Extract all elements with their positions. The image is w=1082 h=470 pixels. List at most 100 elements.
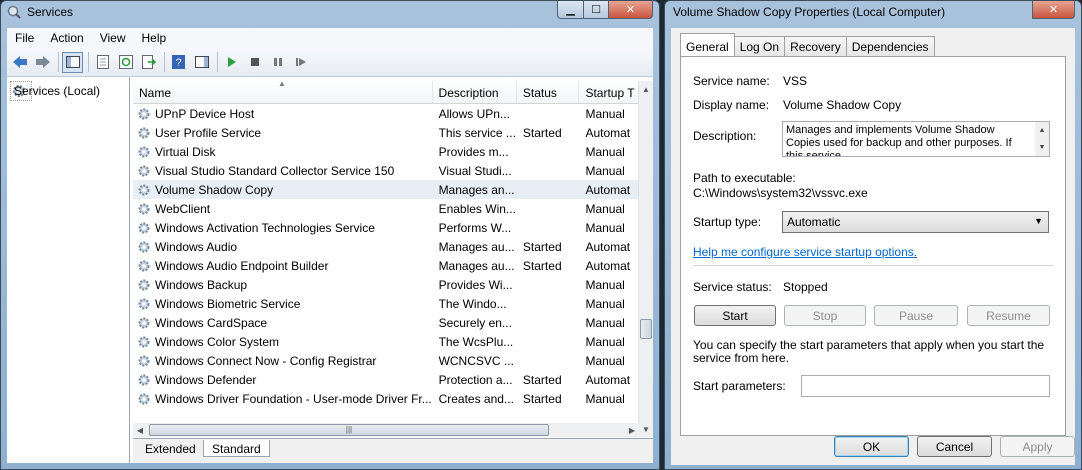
help-configure-link[interactable]: Help me configure service startup option… [693, 245, 917, 259]
column-header-startup-type[interactable]: Startup T [579, 81, 639, 103]
start-params-input[interactable] [801, 375, 1050, 397]
service-gear-icon [138, 355, 150, 366]
minimize-button[interactable]: ▁ [557, 1, 584, 19]
show-action-pane-button[interactable] [191, 52, 212, 73]
service-description-cell: Manages an... [438, 182, 515, 197]
service-name: UPnP Device Host [155, 106, 255, 121]
tab-standard[interactable]: Standard [203, 440, 270, 457]
vertical-scrollbar[interactable]: ▲ ▼ [638, 81, 653, 437]
scroll-up-icon[interactable]: ▲ [1035, 122, 1049, 137]
scroll-down-icon[interactable]: ▼ [1035, 141, 1049, 154]
service-startup-cell: Manual [585, 220, 625, 235]
pause-button[interactable]: Pause [874, 305, 958, 326]
tab-log-on[interactable]: Log On [733, 36, 786, 56]
table-row[interactable]: Windows Backup Provides Wi... Manual [133, 275, 639, 294]
service-description-cell: Provides m... [438, 144, 509, 159]
start-button[interactable]: Start [694, 305, 776, 326]
dialog-close-button[interactable]: ✕ [1032, 1, 1075, 19]
start-service-button[interactable] [221, 52, 242, 73]
description-scrollbar[interactable]: ▲ ▼ [1035, 122, 1049, 156]
tree-item-services-local[interactable]: Services (Local) [10, 81, 100, 101]
pause-service-button[interactable] [267, 52, 288, 73]
column-header-status[interactable]: Status [517, 81, 580, 103]
table-row[interactable]: UPnP Device Host Allows UPn... Manual [133, 104, 639, 123]
service-status-cell: Started [522, 125, 562, 140]
properties-titlebar[interactable]: Volume Shadow Copy Properties (Local Com… [665, 1, 1081, 23]
back-button[interactable] [9, 52, 30, 73]
table-row[interactable]: User Profile Service This service ... Star… [133, 123, 639, 142]
menu-action[interactable]: Action [42, 31, 91, 45]
table-row[interactable]: Windows Connect Now - Config Registrar WC… [133, 351, 639, 370]
table-row[interactable]: Windows Biometric Service The Windo... Man… [133, 294, 639, 313]
tab-recovery[interactable]: Recovery [784, 36, 847, 56]
horizontal-scroll-thumb[interactable]: ||| [149, 424, 549, 436]
properties-icon [96, 55, 109, 69]
stop-icon [250, 58, 259, 66]
menu-file[interactable]: File [7, 31, 42, 45]
scroll-left-icon[interactable]: ◀ [133, 423, 147, 437]
menu-help[interactable]: Help [134, 31, 175, 45]
path-label: Path to executable: [693, 171, 796, 185]
description-textbox[interactable]: Manages and implements Volume Shadow Cop… [782, 121, 1050, 157]
startup-type-label: Startup type: [693, 215, 762, 229]
refresh-button[interactable] [115, 52, 136, 73]
table-row[interactable]: Virtual Disk Provides m... Manual [133, 142, 639, 161]
service-startup-cell: Manual [585, 163, 625, 178]
table-row[interactable]: Windows Defender Protection a... Started Au… [133, 370, 639, 389]
table-row[interactable]: Windows Driver Foundation - User-mode Dr… [133, 389, 639, 408]
service-gear-icon [138, 184, 150, 195]
column-header-description[interactable]: Description [433, 81, 517, 103]
menu-view[interactable]: View [92, 31, 134, 45]
service-name-cell: Windows Audio [133, 240, 433, 254]
service-startup-cell: Manual [585, 315, 625, 330]
service-gear-icon [138, 374, 150, 385]
scroll-down-icon[interactable]: ▼ [639, 421, 653, 437]
maximize-button[interactable]: ☐ [583, 1, 609, 19]
horizontal-scrollbar[interactable]: ◀ ||| ▶ [133, 423, 639, 437]
start-params-label: Start parameters: [693, 379, 786, 393]
column-header-name[interactable]: ▲ Name [133, 81, 433, 103]
table-row[interactable]: Windows Audio Manages au... Started Automat [133, 237, 639, 256]
service-name: WebClient [155, 201, 211, 216]
display-name-label: Display name: [693, 98, 770, 112]
services-titlebar[interactable]: Services ▁ ☐ ✕ [1, 1, 659, 23]
help-button[interactable]: ? [168, 52, 189, 73]
table-row[interactable]: Windows Activation Technologies Service P… [133, 218, 639, 237]
toolbar-separator [164, 52, 165, 72]
table-row[interactable]: Windows CardSpace Securely en... Manual [133, 313, 639, 332]
resume-button[interactable]: Resume [967, 305, 1050, 326]
close-button[interactable]: ✕ [608, 1, 653, 19]
show-hide-console-tree-button[interactable] [62, 51, 83, 73]
service-description-cell: Manages au... [438, 239, 515, 254]
scroll-right-icon[interactable]: ▶ [625, 423, 639, 437]
ok-button[interactable]: OK [834, 436, 909, 457]
tab-extended[interactable]: Extended [137, 440, 204, 457]
vertical-scroll-thumb[interactable] [640, 319, 652, 339]
service-gear-icon [138, 241, 150, 252]
console-tree-icon [65, 56, 80, 68]
console-tree: Services (Local) [7, 77, 130, 463]
table-row[interactable]: Volume Shadow Copy Manages an... Automat [133, 180, 639, 199]
table-row[interactable]: Windows Audio Endpoint Builder Manages au… [133, 256, 639, 275]
service-startup-cell: Automat [585, 125, 631, 140]
properties-button[interactable] [92, 52, 113, 73]
stop-button[interactable]: Stop [784, 305, 866, 326]
stop-service-button[interactable] [244, 52, 265, 73]
service-name-cell: Visual Studio Standard Collector Service… [133, 164, 433, 178]
restart-service-button[interactable] [290, 52, 311, 73]
forward-button[interactable] [32, 52, 53, 73]
table-row[interactable]: Windows Color System The WcsPlu... Manual [133, 332, 639, 351]
startup-type-dropdown[interactable]: Automatic ▼ [782, 211, 1049, 233]
apply-button[interactable]: Apply [1000, 436, 1075, 457]
service-rows: UPnP Device Host Allows UPn... Manual User … [133, 104, 639, 408]
service-startup-cell: Automat [585, 372, 631, 387]
tab-dependencies[interactable]: Dependencies [845, 36, 935, 56]
table-row[interactable]: WebClient Enables Win... Manual [133, 199, 639, 218]
scroll-up-icon[interactable]: ▲ [639, 81, 653, 97]
service-name: Windows Audio [155, 239, 238, 254]
cancel-button[interactable]: Cancel [917, 436, 992, 457]
tab-general[interactable]: General [680, 33, 735, 56]
table-row[interactable]: Visual Studio Standard Collector Service… [133, 161, 639, 180]
export-list-button[interactable] [138, 52, 159, 73]
services-app-icon [7, 5, 21, 19]
